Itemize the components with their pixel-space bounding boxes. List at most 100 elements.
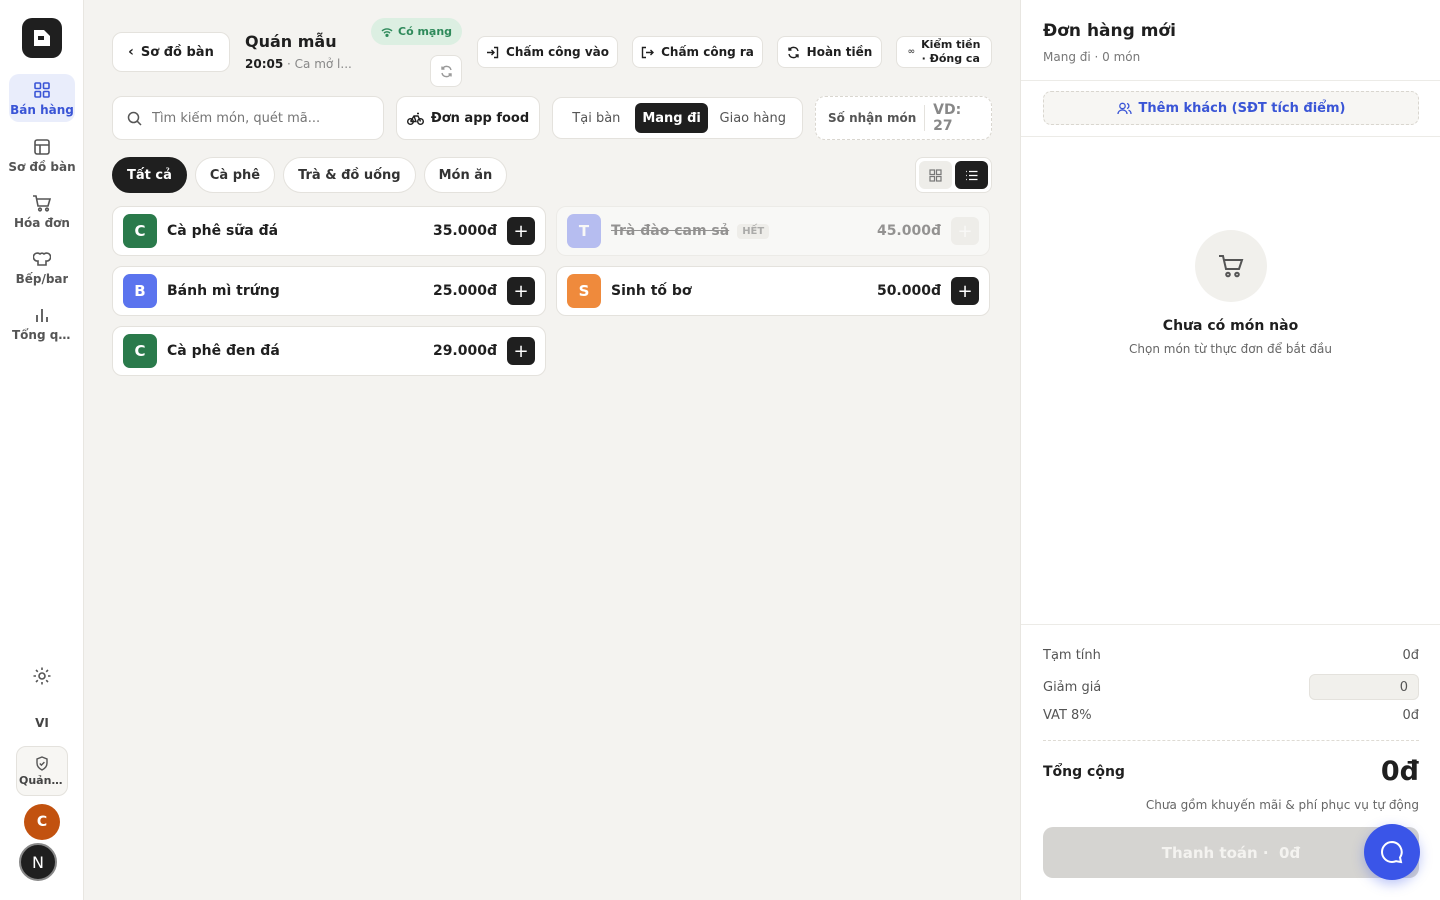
- refresh-icon: [440, 65, 452, 77]
- add-item-button[interactable]: +: [507, 217, 535, 245]
- grid-view-button[interactable]: [919, 161, 952, 189]
- sidebar-item-label: Bếp/bar: [15, 272, 69, 286]
- product-initial: S: [567, 274, 601, 308]
- product-card[interactable]: C Cà phê sữa đá 35.000đ +: [112, 206, 546, 256]
- vat-label: VAT 8%: [1043, 708, 1092, 723]
- sold-out-badge: HẾT: [737, 223, 770, 239]
- cash-count-label: Kiểm tiền: [921, 38, 981, 51]
- sync-button[interactable]: [430, 55, 462, 87]
- add-customer-button[interactable]: Thêm khách (SĐT tích điểm): [1043, 91, 1419, 125]
- avatar[interactable]: C: [24, 804, 60, 840]
- sidebar-item-label: Bán hàng: [10, 103, 74, 117]
- chat-bubble-icon: [1381, 840, 1403, 864]
- main-area: ‹ Sơ đồ bàn Quán mẫu 20:05 · Ca mở l... …: [84, 0, 1020, 900]
- add-item-button[interactable]: +: [951, 277, 979, 305]
- empty-hint: Chọn món từ thực đơn để bắt đầu: [1129, 342, 1332, 356]
- discount-row: Giảm giá 0: [1043, 674, 1419, 700]
- category-food[interactable]: Món ăn: [423, 157, 508, 193]
- cart-icon: [1219, 255, 1244, 278]
- sidebar-item-table-map[interactable]: Sơ đồ bàn: [0, 136, 84, 174]
- clock-in-button[interactable]: Chấm công vào: [477, 36, 618, 68]
- shift-status: · Ca mở l...: [287, 57, 352, 71]
- settings-button[interactable]: [0, 666, 84, 686]
- search-input[interactable]: [152, 110, 362, 126]
- sidebar-item-sales[interactable]: Bán hàng: [9, 74, 75, 122]
- product-price: 50.000đ: [876, 283, 941, 299]
- sidebar-item-overview[interactable]: Tổng quan: [0, 304, 84, 342]
- add-item-button-disabled: +: [951, 217, 979, 245]
- shield-icon: [36, 755, 48, 771]
- total-value: 0đ: [1380, 756, 1419, 787]
- add-item-button[interactable]: +: [507, 277, 535, 305]
- back-to-table-map-button[interactable]: ‹ Sơ đồ bàn: [112, 32, 230, 72]
- order-mode-segment: Tại bàn Mang đi Giao hàng: [552, 97, 803, 139]
- sidebar-item-label: Sơ đồ bàn: [8, 160, 76, 174]
- product-card[interactable]: S Sinh tố bơ 50.000đ +: [556, 266, 990, 316]
- product-price: 35.000đ: [432, 223, 497, 239]
- list-icon: [966, 170, 978, 180]
- back-label: Sơ đồ bàn: [140, 44, 214, 60]
- total-row: Tổng cộng 0đ: [1043, 756, 1419, 787]
- total-note: Chưa gồm khuyến mãi & phí phục vụ tự độn…: [1145, 798, 1419, 812]
- clock-in-label: Chấm công vào: [506, 45, 609, 59]
- wifi-icon: [381, 27, 393, 37]
- order-panel: Đơn hàng mới Mang đi · 0 món Thêm khách …: [1020, 0, 1440, 900]
- bike-icon: [406, 112, 424, 125]
- total-label: Tổng cộng: [1043, 763, 1125, 780]
- product-name: Cà phê sữa đá: [167, 223, 279, 239]
- category-tea-drinks[interactable]: Trà & đồ uống: [283, 157, 416, 193]
- mode-delivery[interactable]: Giao hàng: [708, 103, 797, 133]
- network-badge: Có mạng: [371, 18, 463, 45]
- empty-cart-illustration: [1195, 230, 1267, 302]
- login-icon: [487, 46, 499, 58]
- product-name: Cà phê đen đá: [167, 343, 280, 359]
- mode-dine-in[interactable]: Tại bàn: [558, 103, 635, 133]
- chat-support-button[interactable]: [1364, 824, 1420, 880]
- cash-count-close-shift-button[interactable]: ∞ Kiểm tiền · Đóng ca: [896, 36, 992, 68]
- grid-icon: [31, 79, 53, 101]
- sidebar-item-invoices[interactable]: Hóa đơn: [0, 192, 84, 230]
- clock-time: 20:05: [245, 57, 284, 71]
- sidebar: Bán hàng Sơ đồ bàn Hóa đơn Bếp/bar Tổng …: [0, 0, 84, 900]
- app-food-label: Đơn app food: [430, 110, 530, 126]
- store-name: Quán mẫu: [245, 32, 337, 51]
- add-customer-label: Thêm khách (SĐT tích điểm): [1138, 100, 1346, 116]
- refund-button[interactable]: Hoàn tiền: [777, 36, 882, 68]
- clock-out-button[interactable]: Chấm công ra: [632, 36, 763, 68]
- pay-button[interactable]: Thanh toán · 0đ: [1043, 827, 1419, 878]
- chef-hat-icon: [31, 248, 53, 270]
- search-icon: [127, 111, 142, 126]
- discount-input[interactable]: 0: [1309, 674, 1419, 700]
- mode-takeaway[interactable]: Mang đi: [634, 103, 709, 133]
- language-switch[interactable]: VI: [0, 716, 84, 730]
- user-avatar[interactable]: N: [19, 843, 57, 881]
- product-price: 29.000đ: [432, 343, 497, 359]
- product-card: T Trà đào cam sả HẾT 45.000đ +: [556, 206, 990, 256]
- category-all[interactable]: Tất cả: [112, 157, 187, 193]
- network-label: Có mạng: [398, 25, 453, 38]
- gear-icon: [33, 667, 51, 685]
- sidebar-item-kitchen[interactable]: Bếp/bar: [0, 248, 84, 286]
- clock-out-label: Chấm công ra: [661, 45, 754, 59]
- product-card[interactable]: B Bánh mì trứng 25.000đ +: [112, 266, 546, 316]
- subtotal-label: Tạm tính: [1043, 648, 1101, 663]
- pickup-number-field[interactable]: Số nhận món VD: 27: [815, 96, 992, 140]
- search-box[interactable]: [112, 96, 384, 140]
- grid-icon: [929, 168, 942, 182]
- admin-button[interactable]: Quản lý: [16, 746, 68, 796]
- list-view-button[interactable]: [955, 161, 988, 189]
- product-initial: C: [123, 214, 157, 248]
- app-food-button[interactable]: Đơn app food: [396, 96, 540, 140]
- empty-title: Chưa có món nào: [1162, 318, 1299, 334]
- product-name: Sinh tố bơ: [611, 283, 692, 299]
- app-logo[interactable]: [22, 18, 62, 58]
- order-title: Đơn hàng mới: [1043, 21, 1176, 41]
- vat-value: 0đ: [1402, 708, 1419, 723]
- subtotal-row: Tạm tính 0đ: [1043, 648, 1419, 663]
- vat-row: VAT 8% 0đ: [1043, 708, 1419, 723]
- product-price: 25.000đ: [432, 283, 497, 299]
- product-price: 45.000đ: [876, 223, 941, 239]
- add-item-button[interactable]: +: [507, 337, 535, 365]
- category-coffee[interactable]: Cà phê: [194, 157, 276, 193]
- product-card[interactable]: C Cà phê đen đá 29.000đ +: [112, 326, 546, 376]
